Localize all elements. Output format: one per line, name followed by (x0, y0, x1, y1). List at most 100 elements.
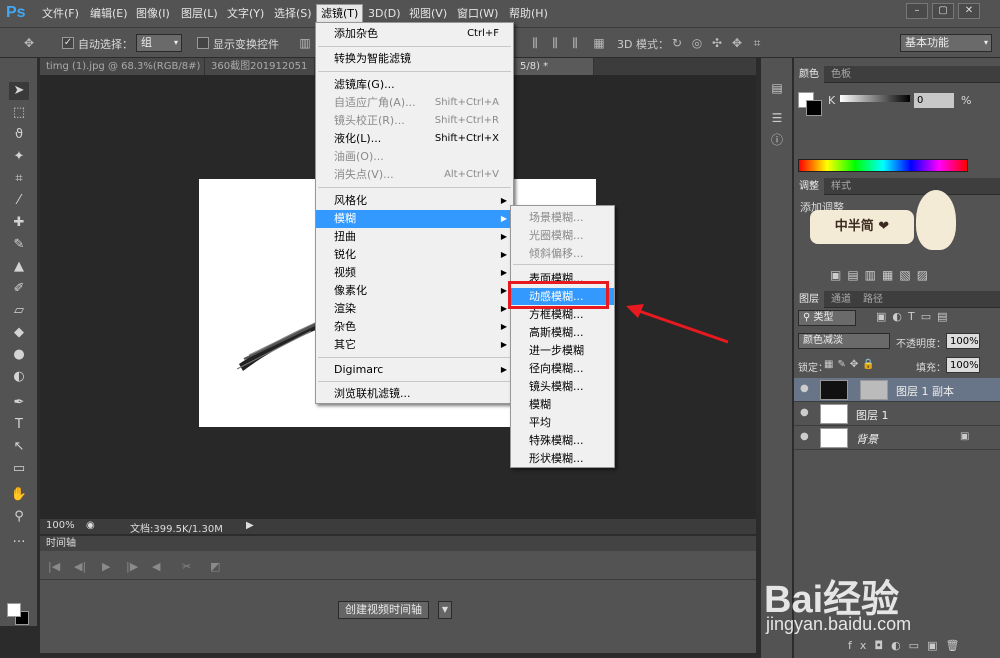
move-tool-icon[interactable]: ➤ (9, 82, 29, 100)
k-slider[interactable] (840, 95, 910, 102)
minimize-button[interactable]: – (906, 3, 928, 19)
menu-file[interactable]: 文件(F) (42, 6, 79, 22)
pen-tool-icon[interactable]: ✒ (9, 394, 29, 412)
fill-input[interactable]: 100% (946, 357, 980, 373)
submenu-item-blur[interactable]: 模糊 (511, 396, 614, 413)
opacity-input[interactable]: 100% (946, 333, 980, 349)
menu-3d[interactable]: 3D(D) (368, 6, 401, 22)
menu-type[interactable]: 文字(Y) (227, 6, 264, 22)
menu-item-blur[interactable]: 模糊 ▶ (316, 210, 513, 228)
play-icon[interactable]: ▶ (102, 560, 110, 573)
menu-item-sharpen[interactable]: 锐化 ▶ (316, 246, 513, 264)
menu-item-filter-gallery[interactable]: 滤镜库(G)... (316, 76, 513, 94)
foreground-color-swatch[interactable] (7, 603, 21, 617)
tab-paths[interactable]: 路径 (858, 291, 888, 308)
color-spectrum[interactable] (798, 159, 968, 172)
history-brush-icon[interactable]: ✐ (9, 280, 29, 298)
type-tool-icon[interactable]: T (9, 416, 29, 434)
color-bg-swatch[interactable] (806, 100, 822, 116)
blur-tool-icon[interactable]: ● (9, 346, 29, 364)
layer-row[interactable]: ● 图层 1 (794, 402, 1000, 426)
shape-tool-icon[interactable]: ▭ (9, 460, 29, 478)
next-frame-icon[interactable]: |▶ (126, 560, 138, 573)
distribute-icon-2[interactable]: ⫼ (548, 36, 562, 50)
menu-item-add-noise[interactable]: 添加杂色 Ctrl+F (316, 25, 513, 43)
menu-item-digimarc[interactable]: Digimarc ▶ (316, 361, 513, 379)
3d-rotate-icon[interactable]: ↻ (670, 36, 684, 50)
info-panel-icon[interactable]: ⓘ (769, 132, 785, 148)
layer-row[interactable]: ● 背景 ▣ (794, 426, 1000, 450)
menu-item-distort[interactable]: 扭曲 ▶ (316, 228, 513, 246)
submenu-item-gaussian-blur[interactable]: 高斯模糊... (511, 324, 614, 341)
auto-align-icon[interactable]: ▦ (592, 36, 606, 50)
menu-item-other[interactable]: 其它 ▶ (316, 336, 513, 354)
first-frame-icon[interactable]: |◀ (48, 560, 60, 573)
layer-filter-icons[interactable]: ▣◐T▭▤ (876, 310, 954, 323)
status-menu-icon[interactable]: ◉ (86, 520, 95, 531)
tab-swatches[interactable]: 色板 (826, 66, 856, 83)
document-tab-2[interactable]: 360截图201912051 (205, 58, 315, 75)
crop-tool-icon[interactable]: ⌗ (9, 170, 29, 188)
blend-mode-dropdown[interactable]: 颜色减淡 (798, 333, 890, 349)
close-button[interactable]: ✕ (958, 3, 980, 19)
stamp-tool-icon[interactable]: ▲ (9, 258, 29, 276)
show-transform-checkbox[interactable] (197, 37, 209, 49)
lasso-tool-icon[interactable]: ϑ (9, 126, 29, 144)
menu-item-render[interactable]: 渲染 ▶ (316, 300, 513, 318)
eye-icon[interactable]: ● (800, 431, 809, 442)
zoom-tool-icon[interactable]: ⚲ (9, 508, 29, 526)
document-tab-3[interactable]: 5/8) * (514, 58, 594, 75)
submenu-item-lens-blur[interactable]: 镜头模糊... (511, 378, 614, 395)
lock-icons[interactable]: ▦✎✥🔒 (824, 359, 879, 370)
menu-item-video[interactable]: 视频 ▶ (316, 264, 513, 282)
path-select-icon[interactable]: ↖ (9, 438, 29, 456)
submenu-item-smart-blur[interactable]: 特殊模糊... (511, 432, 614, 449)
menu-item-browse-online[interactable]: 浏览联机滤镜... (316, 385, 513, 403)
timeline-title[interactable]: 时间轴 (40, 536, 756, 551)
tab-adjustments[interactable]: 调整 (794, 178, 824, 195)
chevron-down-icon[interactable]: ▼ (438, 601, 452, 619)
brush-tool-icon[interactable]: ✎ (9, 236, 29, 254)
k-value-input[interactable]: 0 (914, 93, 954, 108)
menu-item-liquify[interactable]: 液化(L)... Shift+Ctrl+X (316, 130, 513, 148)
document-tab-1[interactable]: timg (1).jpg @ 68.3%(RGB/8#) * (40, 58, 205, 75)
magic-wand-icon[interactable]: ✦ (9, 148, 29, 166)
layer-filter-dropdown[interactable]: ⚲ 类型 (798, 310, 856, 326)
history-panel-icon[interactable]: ▤ (769, 80, 785, 96)
eye-icon[interactable]: ● (800, 407, 809, 418)
eraser-icon[interactable]: ▱ (9, 302, 29, 320)
submenu-item-average[interactable]: 平均 (511, 414, 614, 431)
auto-select-checkbox[interactable]: ✓ (62, 37, 74, 49)
eye-icon[interactable]: ● (800, 383, 809, 394)
dodge-tool-icon[interactable]: ◐ (9, 368, 29, 386)
menu-view[interactable]: 视图(V) (409, 6, 447, 22)
3d-roll-icon[interactable]: ◎ (690, 36, 704, 50)
menu-item-noise[interactable]: 杂色 ▶ (316, 318, 513, 336)
move-tool-icon[interactable]: ✥ (22, 36, 36, 50)
more-tools-icon[interactable]: … (9, 530, 29, 548)
layer-footer-icons[interactable]: fx◘◐▭▣🗑 (848, 639, 967, 652)
tab-channels[interactable]: 通道 (826, 291, 856, 308)
menu-layer[interactable]: 图层(L) (181, 6, 218, 22)
auto-select-dropdown[interactable]: 组 ▾ (136, 34, 182, 52)
tab-layers[interactable]: 图层 (794, 291, 824, 308)
audio-icon[interactable]: ◀ (152, 560, 160, 573)
menu-help[interactable]: 帮助(H) (509, 6, 548, 22)
layer-row[interactable]: ● 图层 1 副本 (794, 378, 1000, 402)
prev-frame-icon[interactable]: ◀| (74, 560, 86, 573)
marquee-tool-icon[interactable]: ⬚ (9, 104, 29, 122)
menu-item-pixelate[interactable]: 像素化 ▶ (316, 282, 513, 300)
adjustment-icons-row[interactable]: ▣▤▥▦▧▨ (830, 268, 934, 282)
healing-brush-icon[interactable]: ✚ (9, 214, 29, 232)
menu-edit[interactable]: 编辑(E) (90, 6, 128, 22)
3d-scale-icon[interactable]: ⌗ (750, 36, 764, 50)
menu-filter[interactable]: 滤镜(T) (316, 4, 364, 24)
scissors-icon[interactable]: ✂ (182, 560, 191, 573)
align-icon[interactable]: ▥ (298, 36, 312, 50)
properties-panel-icon[interactable]: ☰ (769, 110, 785, 126)
menu-window[interactable]: 窗口(W) (457, 6, 498, 22)
submenu-item-blur-more[interactable]: 进一步模糊 (511, 342, 614, 359)
paint-bucket-icon[interactable]: ◆ (9, 324, 29, 342)
tab-color[interactable]: 颜色 (794, 66, 824, 83)
menu-item-stylize[interactable]: 风格化 ▶ (316, 192, 513, 210)
